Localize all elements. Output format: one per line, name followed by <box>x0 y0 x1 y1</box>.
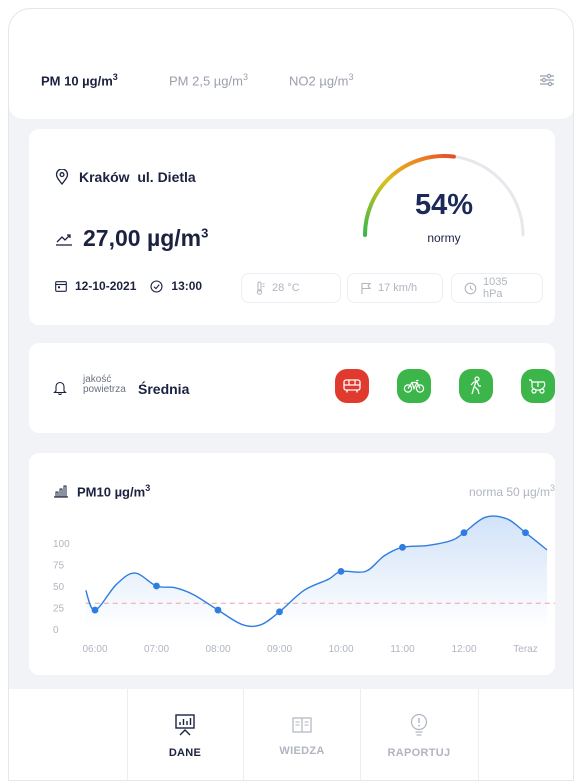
nav-wiedza[interactable]: WIEDZA <box>244 689 360 780</box>
location-pin-icon <box>55 169 69 185</box>
activity-bus[interactable] <box>335 369 369 403</box>
date-text: 12-10-2021 <box>75 279 137 293</box>
time-text: 13:00 <box>171 279 203 293</box>
location-card: Kraków ul. Dietla 27,00 µg/m3 12-10-2021… <box>29 129 555 325</box>
data-point <box>153 582 160 590</box>
tab-pm25[interactable]: PM 2,5 µg/m3 <box>169 72 248 88</box>
lightbulb-alert-icon <box>410 713 428 736</box>
activity-walking[interactable] <box>459 369 493 403</box>
data-point <box>399 543 406 551</box>
gauge-label: normy <box>427 231 461 245</box>
x-tick-label: 10:00 <box>328 644 353 655</box>
trend-up-icon <box>56 233 72 246</box>
y-tick-label: 75 <box>53 561 65 572</box>
x-tick-label: 07:00 <box>144 644 169 655</box>
clock-icon <box>150 279 163 293</box>
book-icon <box>292 716 312 733</box>
current-value-row: 27,00 µg/m3 <box>55 225 208 252</box>
x-tick-label: 11:00 <box>390 644 415 655</box>
nav-raportuj[interactable]: RAPORTUJ <box>361 689 477 780</box>
pollutant-tabs: PM 10 µg/m3 PM 2,5 µg/m3 NO2 µg/m3 <box>9 9 573 119</box>
bar-chart-icon <box>54 485 68 498</box>
date-time-row: 12-10-2021 13:00 <box>55 279 202 293</box>
thermometer-icon <box>256 281 265 295</box>
chart-norm-label: norma 50 µg/m3 <box>469 483 555 499</box>
quality-label: jakość powietrza <box>83 374 126 395</box>
wind-flag-icon <box>361 282 372 294</box>
tab-pm10[interactable]: PM 10 µg/m3 <box>41 72 118 88</box>
data-point <box>337 567 345 575</box>
location-row: Kraków ul. Dietla <box>55 169 196 185</box>
tab-no2[interactable]: NO2 µg/m3 <box>289 72 354 88</box>
chart-card: 0 25 50 75 100 06:00 07:00 08:00 09:00 10:00 11:00… <box>29 453 555 675</box>
series-area <box>85 516 548 629</box>
y-tick-label: 50 <box>53 582 65 593</box>
data-point <box>522 529 529 537</box>
bell-icon <box>53 381 67 395</box>
app-frame: PM 10 µg/m3 PM 2,5 µg/m3 NO2 µg/m3 Krakó… <box>8 8 574 781</box>
chart-title: PM10 µg/m3 <box>53 483 150 499</box>
quality-value: Średnia <box>138 381 190 397</box>
x-tick-label: 06:00 <box>82 644 107 655</box>
nav-raportuj-label: RAPORTUJ <box>387 746 451 759</box>
data-point <box>91 606 99 614</box>
wind-text: 17 km/h <box>378 282 418 294</box>
activity-stroller[interactable] <box>521 369 555 403</box>
nav-wiedza-label: WIEDZA <box>279 744 325 757</box>
temperature-text: 28 °C <box>272 282 300 294</box>
pressure-text: 1035 hPa <box>482 276 508 300</box>
gauge-percent: 54% <box>414 189 474 221</box>
bus-icon <box>343 379 361 393</box>
data-point <box>460 529 468 537</box>
stroller-icon <box>529 379 546 394</box>
air-quality-card: jakość powietrza Średnia <box>29 343 555 433</box>
x-tick-label: 09:00 <box>267 644 292 655</box>
temperature-pill: 28 °C <box>241 273 341 303</box>
bottom-navigation: DANE WIEDZA RAPORTUJ <box>9 689 573 780</box>
data-point <box>214 606 222 614</box>
filter-sliders-icon[interactable] <box>539 73 555 87</box>
activity-bicycle[interactable] <box>397 369 431 403</box>
x-tick-label: 08:00 <box>205 644 230 655</box>
calendar-icon <box>55 281 67 292</box>
current-value: 27,00 µg/m3 <box>83 225 209 251</box>
y-tick-label: 0 <box>53 625 59 636</box>
pressure-gauge-icon <box>464 282 477 294</box>
wind-pill: 17 km/h <box>347 273 443 303</box>
x-tick-label: Teraz <box>513 644 537 655</box>
x-tick-label: 12:00 <box>451 644 476 655</box>
location-name: Kraków ul. Dietla <box>79 169 196 185</box>
presentation-chart-icon <box>175 713 195 735</box>
nav-divider <box>478 689 479 780</box>
y-tick-label: 100 <box>53 539 70 550</box>
y-tick-label: 25 <box>53 604 65 615</box>
data-point <box>276 608 283 616</box>
pressure-pill: 1035 hPa <box>451 273 543 303</box>
nav-dane[interactable]: DANE <box>127 689 243 780</box>
walking-icon <box>470 376 481 395</box>
nav-dane-label: DANE <box>168 746 202 759</box>
bicycle-icon <box>403 379 425 393</box>
